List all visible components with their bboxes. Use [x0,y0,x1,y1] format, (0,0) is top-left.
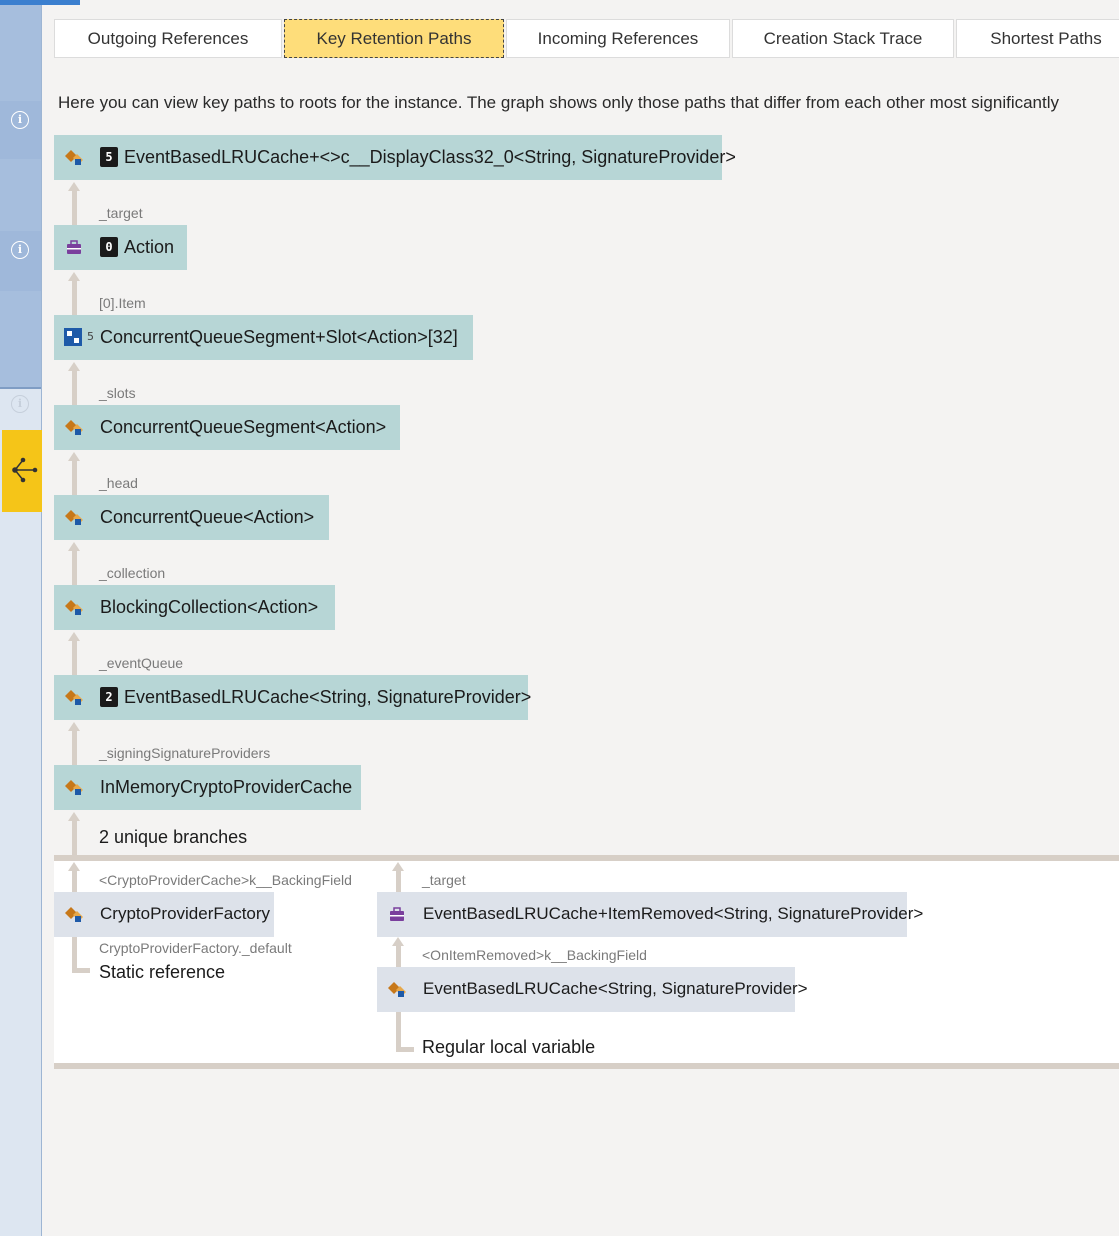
edge-arrow [68,542,80,551]
rail-panel[interactable]: i [0,101,41,159]
edge-arrow [68,452,80,461]
edge-label: [0].Item [99,295,146,311]
node-label: Action [124,237,175,257]
class-icon [65,907,83,922]
path-node[interactable]: ConcurrentQueueSegment<Action> [54,405,400,450]
branch-node[interactable]: EventBasedLRUCache<String, SignatureProv… [377,967,808,1012]
edge-arrow [68,272,80,281]
rail-panel[interactable] [0,5,41,101]
tab-shortest-paths[interactable]: Shortest Paths [956,19,1119,58]
class-icon [65,600,83,615]
left-tool-rail: i i i [0,0,80,1236]
delegate-icon [390,907,404,921]
node-label: EventBasedLRUCache+ItemRemoved<String, S… [423,904,924,923]
pin-icon: 5 [100,147,118,167]
node-label: BlockingCollection<Action> [100,597,319,617]
edge-arrow [68,862,80,871]
edge-line [72,190,77,225]
array-length-hint: 5 [87,330,94,343]
edge-line [72,730,77,765]
tab-incoming-references[interactable]: Incoming References [506,19,730,58]
path-node[interactable]: 0 Action [54,225,187,270]
array-icon [64,328,82,346]
branch-node[interactable]: CryptoProviderFactory [54,892,274,937]
edge-line [72,968,90,973]
rail-panel[interactable]: i [0,231,41,291]
class-icon [388,982,406,997]
edge-arrow [68,722,80,731]
edge-line [72,640,77,675]
retention-graph-tool-button[interactable] [2,430,42,512]
pin-icon: 2 [100,687,118,707]
edge-arrow [68,812,80,821]
tab-creation-stack-trace[interactable]: Creation Stack Trace [732,19,954,58]
edge-line [72,460,77,495]
edge-label: _signingSignatureProviders [99,745,271,761]
rail-panel[interactable] [0,159,41,231]
root-label: Static reference [99,962,226,982]
edge-arrow [68,632,80,641]
tab-outgoing-references[interactable]: Outgoing References [54,19,282,58]
info-icon[interactable]: i [11,111,29,129]
path-node[interactable]: 2 EventBasedLRUCache<String, SignaturePr… [54,675,532,720]
edge-line [72,280,77,315]
node-label: CryptoProviderFactory [100,904,271,923]
class-icon [65,690,83,705]
rail-divider [0,387,41,389]
tab-bar: Outgoing References Key Retention Paths … [54,19,1119,58]
branches-count: 2 unique branches [99,827,248,847]
tab-key-retention-paths[interactable]: Key Retention Paths [284,19,504,58]
class-icon [65,420,83,435]
edge-line [72,370,77,405]
edge-label: _collection [99,565,166,581]
path-node[interactable]: InMemoryCryptoProviderCache [54,765,361,810]
node-label: EventBasedLRUCache<String, SignatureProv… [423,979,808,998]
edge-line [396,1047,414,1052]
path-node[interactable]: 5 ConcurrentQueueSegment+Slot<Action>[32… [54,315,473,360]
node-label: ConcurrentQueueSegment+Slot<Action>[32] [100,327,458,347]
class-icon [65,150,83,165]
path-node[interactable]: BlockingCollection<Action> [54,585,335,630]
edge-label: _target [422,872,466,888]
path-node[interactable]: ConcurrentQueue<Action> [54,495,329,540]
description-text: Here you can view key paths to roots for… [58,93,1060,112]
delegate-icon [67,240,81,254]
edge-label: CryptoProviderFactory._default [99,940,292,956]
pin-icon: 0 [100,237,118,257]
edge-label: _eventQueue [99,655,184,671]
edge-label: _target [99,205,143,221]
graph-icon [12,457,38,483]
edge-line [396,1012,401,1052]
edge-label: _head [99,475,138,491]
edge-line [396,945,401,967]
edge-arrow [68,362,80,371]
node-label: ConcurrentQueue<Action> [100,507,315,527]
edge-label: _slots [99,385,136,401]
branch-node[interactable]: EventBasedLRUCache+ItemRemoved<String, S… [377,892,923,937]
class-icon [65,780,83,795]
edge-arrow [392,937,404,946]
node-label: InMemoryCryptoProviderCache [100,777,353,797]
edge-label: <CryptoProviderCache>k__BackingField [99,872,352,888]
root-label: Regular local variable [422,1037,596,1057]
info-icon[interactable]: i [11,241,29,259]
path-node[interactable]: 5 EventBasedLRUCache+<>c__DisplayClass32… [54,135,736,180]
edge-arrow [392,862,404,871]
class-icon [65,510,83,525]
edge-arrow [68,182,80,191]
edge-label: <OnItemRemoved>k__BackingField [422,947,647,963]
node-label: ConcurrentQueueSegment<Action> [100,417,387,437]
info-icon[interactable]: i [11,395,29,413]
rail-panel[interactable] [0,291,41,387]
edge-line [72,550,77,585]
node-label: EventBasedLRUCache+<>c__DisplayClass32_0… [124,147,736,167]
node-label: EventBasedLRUCache<String, SignatureProv… [124,687,532,707]
